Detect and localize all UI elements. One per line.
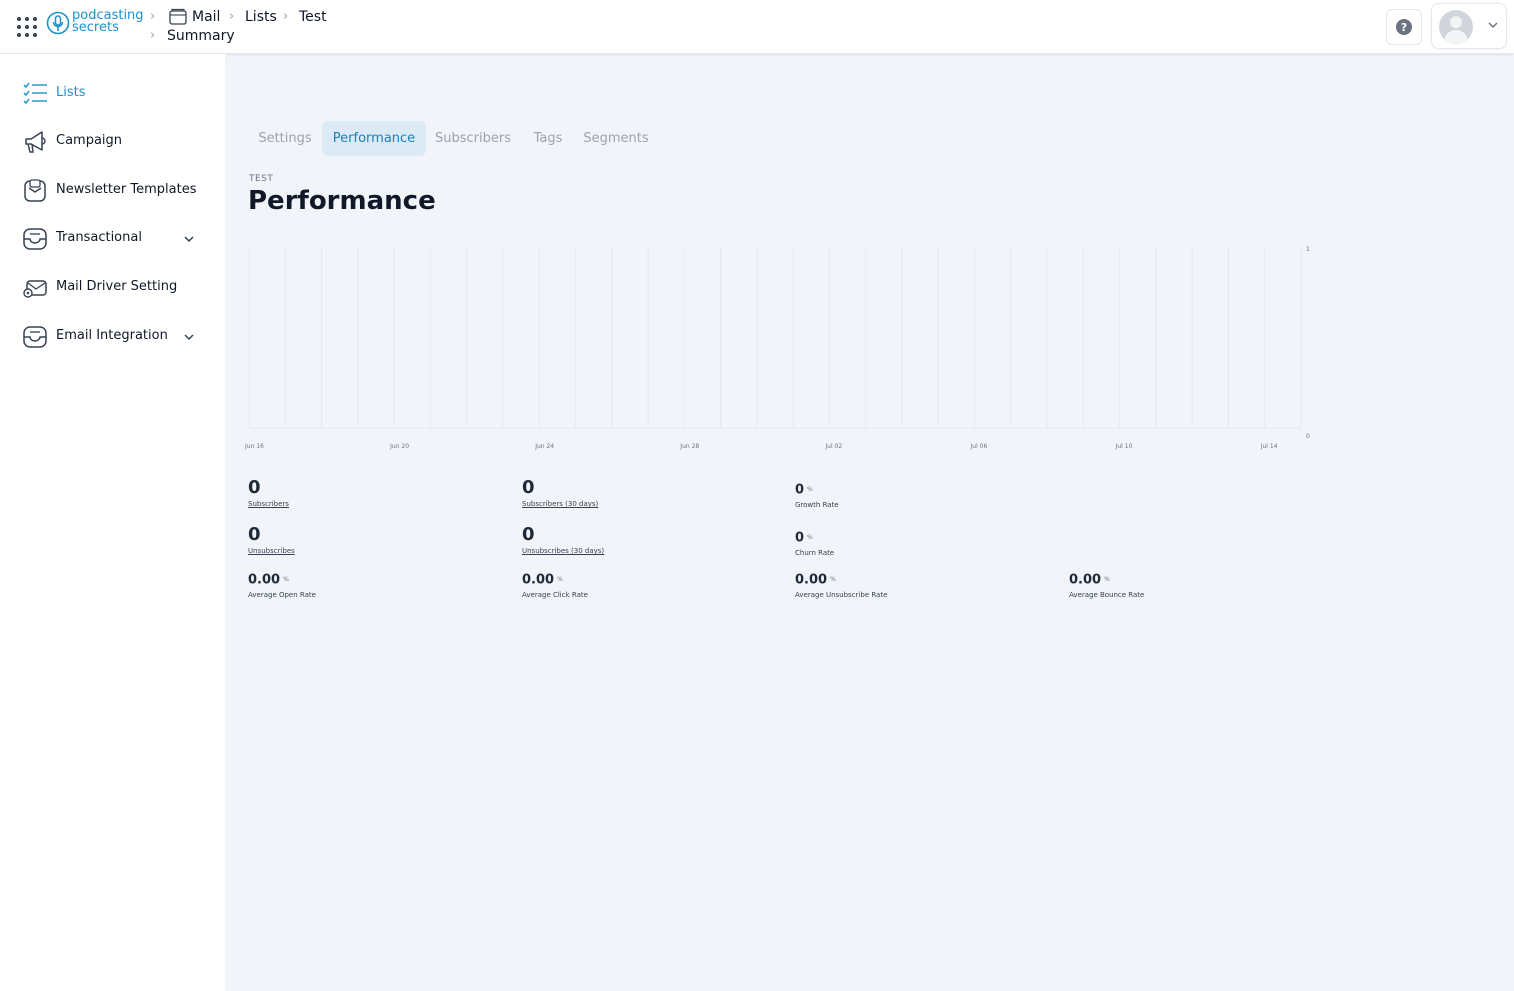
sidebar-item-label: Campaign <box>56 133 123 148</box>
chart-x-tick-label: Jun 24 <box>534 443 554 450</box>
chart-x-tick-label: Jul 06 <box>970 443 988 450</box>
stat-value: 0.00 <box>248 572 281 588</box>
breadcrumb: › Mail › Lists › Test › Summary <box>150 8 360 48</box>
performance-chart: Jun 16 Jun 20 Jun 24 Jun 28 Jul 02 Jul 06 Jul … <box>245 246 1310 450</box>
tray-icon <box>23 326 47 348</box>
stat-value: 0 <box>522 477 535 498</box>
chart-y-tick-label: 0 <box>1306 433 1310 440</box>
tray-icon <box>23 228 47 250</box>
stat-average-open-rate: 0.00% Average Open Rate <box>248 572 316 599</box>
stat-value: 0 <box>248 477 261 498</box>
sidebar-item-label: Mail Driver Setting <box>56 279 178 294</box>
avatar <box>1439 10 1473 44</box>
stat-unit: % <box>807 534 813 541</box>
stat-unit: % <box>830 576 836 583</box>
inbox-icon <box>24 179 46 202</box>
chevron-right-icon: › <box>283 9 289 24</box>
unsubscribes-30-days-link[interactable]: Unsubscribes (30 days) <box>522 547 604 555</box>
podcast-logo-icon <box>46 11 70 35</box>
sidebar-item-newsletter-templates[interactable]: Newsletter Templates <box>0 170 225 210</box>
sidebar-item-lists[interactable]: Lists <box>0 73 225 113</box>
user-menu-button[interactable] <box>1431 3 1507 49</box>
help-button[interactable]: ? <box>1386 9 1422 45</box>
checklist-icon <box>23 82 47 105</box>
sidebar-item-label: Newsletter Templates <box>56 182 197 197</box>
subscribers-link[interactable]: Subscribers <box>248 500 289 508</box>
stat-value: 0 <box>522 524 535 545</box>
chart-x-tick-label: Jun 16 <box>245 443 264 450</box>
stat-average-bounce-rate: 0.00% Average Bounce Rate <box>1069 572 1144 599</box>
brand-wordmark: podcasting secrets <box>72 8 144 35</box>
stat-label: Growth Rate <box>795 500 839 509</box>
stat-average-unsubscribe-rate: 0.00% Average Unsubscribe Rate <box>795 572 887 599</box>
chevron-down-icon[interactable] <box>182 232 196 246</box>
help-icon: ? <box>1396 19 1412 35</box>
breadcrumb-test[interactable]: Test <box>299 9 327 25</box>
tab-performance[interactable]: Performance <box>322 121 426 156</box>
stat-value: 0.00 <box>1069 572 1102 588</box>
megaphone-icon <box>25 131 46 153</box>
chart-x-tick-label: Jun 20 <box>389 443 409 450</box>
sidebar-item-label: Transactional <box>56 230 142 245</box>
subscribers-30-days-link[interactable]: Subscribers (30 days) <box>522 500 598 508</box>
stat-growth-rate: 0% Growth Rate <box>795 482 839 509</box>
chart-x-tick-label: Jul 14 <box>1260 443 1278 450</box>
stat-value: 0 <box>795 482 805 498</box>
stat-subscribers: 0 Subscribers <box>248 477 289 509</box>
chevron-down-icon[interactable] <box>182 330 196 344</box>
chart-x-tick-label: Jun 28 <box>679 443 699 450</box>
chevron-right-icon: › <box>150 28 156 43</box>
chevron-down-icon <box>1488 22 1498 29</box>
sidebar-item-campaign[interactable]: Campaign <box>0 121 225 161</box>
mail-app-icon <box>169 8 187 25</box>
stat-unit: % <box>1104 576 1110 583</box>
stat-value: 0.00 <box>795 572 828 588</box>
stat-unsubscribes-30-days: 0 Unsubscribes (30 days) <box>522 524 604 556</box>
sidebar-item-mail-driver-setting[interactable]: Mail Driver Setting <box>0 267 225 307</box>
sidebar: Lists Campaign Newsletter Templates Tran… <box>0 54 225 991</box>
tab-segments[interactable]: Segments <box>581 121 651 156</box>
brand-logo[interactable]: podcasting secrets <box>46 9 146 39</box>
stat-unsubscribes: 0 Unsubscribes <box>248 524 295 556</box>
stat-label: Average Open Rate <box>248 590 316 599</box>
unsubscribes-link[interactable]: Unsubscribes <box>248 547 295 555</box>
breadcrumb-mail[interactable]: Mail <box>192 9 220 25</box>
breadcrumb-lists[interactable]: Lists <box>245 9 277 25</box>
page-eyebrow: TEST <box>249 174 274 184</box>
breadcrumb-summary: Summary <box>167 28 235 44</box>
stat-label: Average Click Rate <box>522 590 588 599</box>
tab-tags[interactable]: Tags <box>527 121 569 156</box>
stat-unit: % <box>283 576 289 583</box>
stat-unit: % <box>807 486 813 493</box>
stat-value: 0.00 <box>522 572 555 588</box>
chart-y-tick-label: 1 <box>1306 246 1310 253</box>
stat-unit: % <box>557 576 563 583</box>
page-title: Performance <box>248 186 436 216</box>
sidebar-item-label: Lists <box>56 85 86 100</box>
tab-subscribers[interactable]: Subscribers <box>429 121 517 156</box>
stat-average-click-rate: 0.00% Average Click Rate <box>522 572 588 599</box>
app-grid-icon[interactable] <box>17 17 37 37</box>
stat-label: Average Unsubscribe Rate <box>795 590 888 599</box>
chevron-right-icon: › <box>229 9 235 24</box>
sidebar-item-transactional[interactable]: Transactional <box>0 218 225 258</box>
sidebar-item-label: Email Integration <box>56 328 168 343</box>
sidebar-item-email-integration[interactable]: Email Integration <box>0 316 225 356</box>
tab-settings[interactable]: Settings <box>249 121 321 156</box>
stat-label: Average Bounce Rate <box>1069 590 1145 599</box>
stat-value: 0 <box>795 530 805 546</box>
stat-value: 0 <box>248 524 261 545</box>
stat-churn-rate: 0% Churn Rate <box>795 530 834 557</box>
chart-x-tick-label: Jul 10 <box>1115 443 1133 450</box>
stat-label: Churn Rate <box>795 548 835 557</box>
top-bar: podcasting secrets › Mail › Lists › Test… <box>0 0 1514 54</box>
chart-x-tick-label: Jul 02 <box>824 443 842 450</box>
stat-subscribers-30-days: 0 Subscribers (30 days) <box>522 477 598 509</box>
chevron-right-icon: › <box>150 9 156 24</box>
mail-settings-icon <box>23 280 47 298</box>
